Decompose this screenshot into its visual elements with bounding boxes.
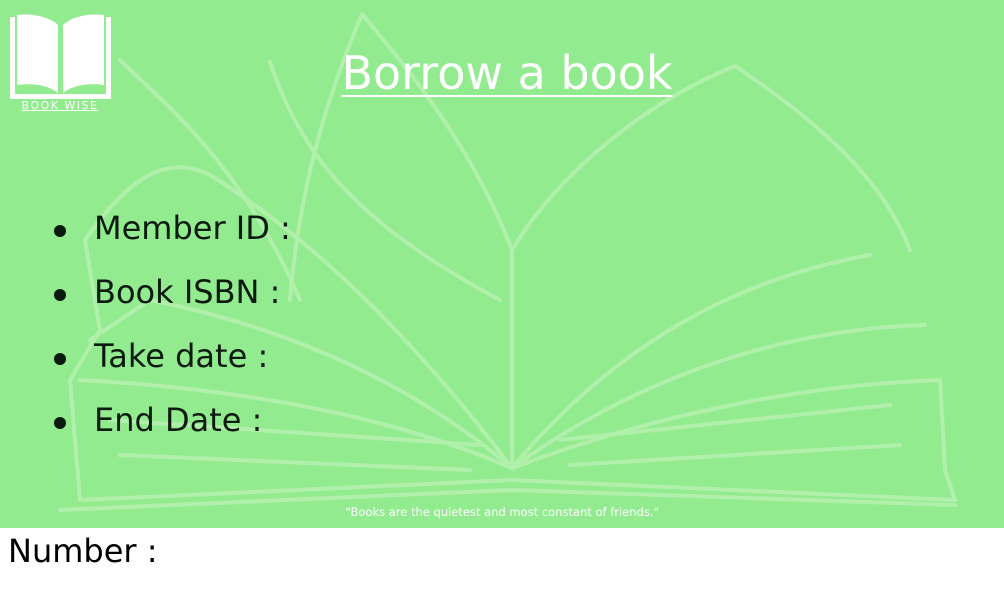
field-label: End Date :: [94, 401, 263, 439]
quote-text: "Books are the quietest and most constan…: [345, 505, 659, 519]
bullet-icon: [54, 353, 66, 365]
brand-name: BOOK WISE: [21, 99, 99, 112]
field-member-id: Member ID :: [48, 196, 291, 260]
borrow-panel: BOOK WISE Borrow a book Member ID : Book…: [0, 0, 1004, 528]
field-list: Member ID : Book ISBN : Take date : End …: [48, 196, 291, 452]
bullet-icon: [54, 289, 66, 301]
field-take-date: Take date :: [48, 324, 291, 388]
field-end-date: End Date :: [48, 388, 291, 452]
bullet-icon: [54, 417, 66, 429]
field-label: Member ID :: [94, 209, 291, 247]
bullet-icon: [54, 225, 66, 237]
number-label: Number :: [8, 532, 158, 570]
field-book-isbn: Book ISBN :: [48, 260, 291, 324]
field-label: Book ISBN :: [94, 273, 281, 311]
field-label: Take date :: [94, 337, 269, 375]
page-title: Borrow a book: [341, 46, 673, 100]
